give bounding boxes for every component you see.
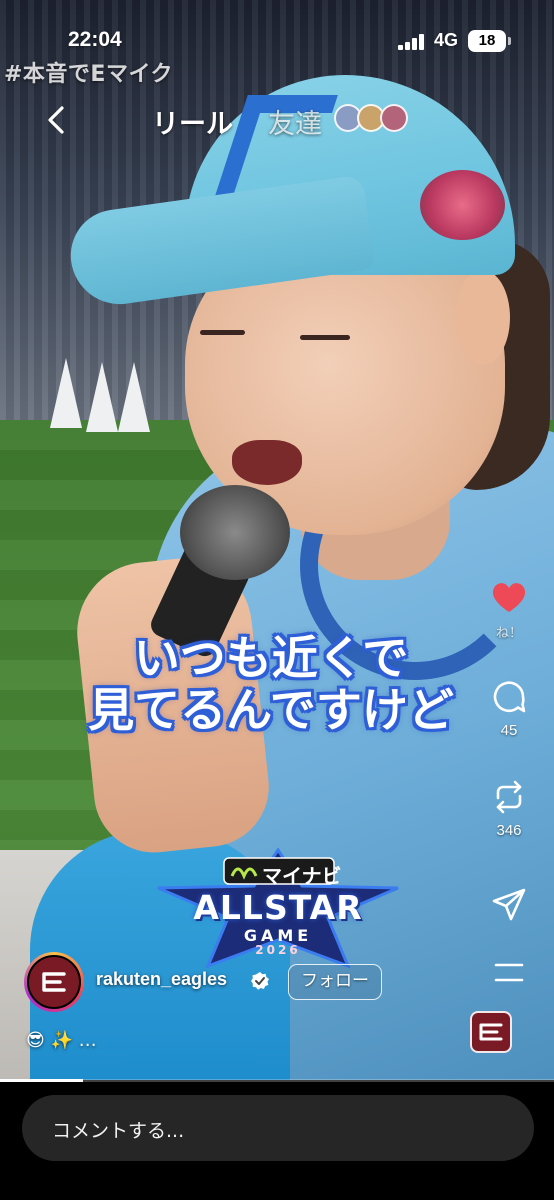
audio-track-thumbnail[interactable] — [470, 1011, 512, 1053]
like-button[interactable]: ね！ — [484, 578, 534, 641]
comment-input[interactable]: コメントする... — [22, 1095, 534, 1161]
back-button[interactable] — [40, 100, 74, 140]
share-button[interactable] — [484, 886, 534, 928]
comment-placeholder: コメントする... — [52, 1120, 185, 1142]
video-hashtag-overlay: #本音でEマイク — [4, 62, 174, 87]
eagles-logo-icon — [42, 972, 66, 992]
more-options-button[interactable] — [484, 954, 534, 996]
repost-count: 346 — [496, 822, 522, 839]
battery-icon: 18 — [468, 30, 506, 52]
logo-title: ALLSTAR — [193, 888, 363, 927]
field-cone — [50, 358, 82, 428]
comment-count: 45 — [500, 722, 518, 739]
repost-button[interactable]: 346 — [484, 778, 534, 839]
comment-button[interactable]: 45 — [484, 678, 534, 739]
battery-tip — [508, 37, 511, 45]
status-time: 22:04 — [68, 28, 122, 51]
microphone-windscreen — [180, 485, 290, 580]
tab-reels[interactable]: リール — [152, 102, 233, 141]
cap-patch — [420, 170, 505, 240]
account-username[interactable]: rakuten_eagles — [96, 969, 227, 990]
player-eye — [300, 335, 350, 340]
follow-button[interactable]: フォロー — [288, 964, 382, 1000]
more-options-icon — [494, 963, 524, 982]
tab-friends[interactable]: 友達 — [268, 102, 322, 141]
field-cone — [86, 362, 118, 432]
eagles-logo-icon — [479, 1023, 503, 1041]
field-cone — [118, 362, 150, 432]
player-eye — [200, 330, 245, 335]
repost-icon — [496, 780, 522, 814]
logo-sponsor: マイナビ — [262, 864, 342, 888]
account-avatar[interactable] — [24, 952, 84, 1012]
comment-bar: コメントする... — [0, 1082, 554, 1200]
comment-bubble-icon — [493, 681, 526, 713]
top-nav: リール 友達 — [0, 98, 554, 144]
chevron-left-icon — [48, 106, 64, 134]
network-type: 4G — [434, 30, 459, 50]
player-ear — [455, 270, 510, 365]
allstar-game-logo: マイナビ ALLSTAR GAME 2026 — [152, 847, 404, 969]
player-mouth — [232, 440, 302, 485]
verified-badge-icon — [251, 972, 269, 990]
logo-year: 2026 — [255, 943, 301, 957]
avatar — [380, 104, 408, 132]
signal-icon — [398, 34, 426, 50]
video-subtitle-line2: 見てるんですけど — [88, 683, 454, 737]
like-label: ね！ — [495, 625, 522, 640]
friend-avatars[interactable] — [334, 104, 414, 134]
heart-icon — [492, 583, 526, 612]
avatar — [27, 955, 81, 1009]
status-bar: 22:04 4G 18 — [0, 28, 554, 58]
send-icon — [492, 888, 526, 921]
post-caption[interactable]: 😎 ✨ … — [26, 1030, 97, 1051]
